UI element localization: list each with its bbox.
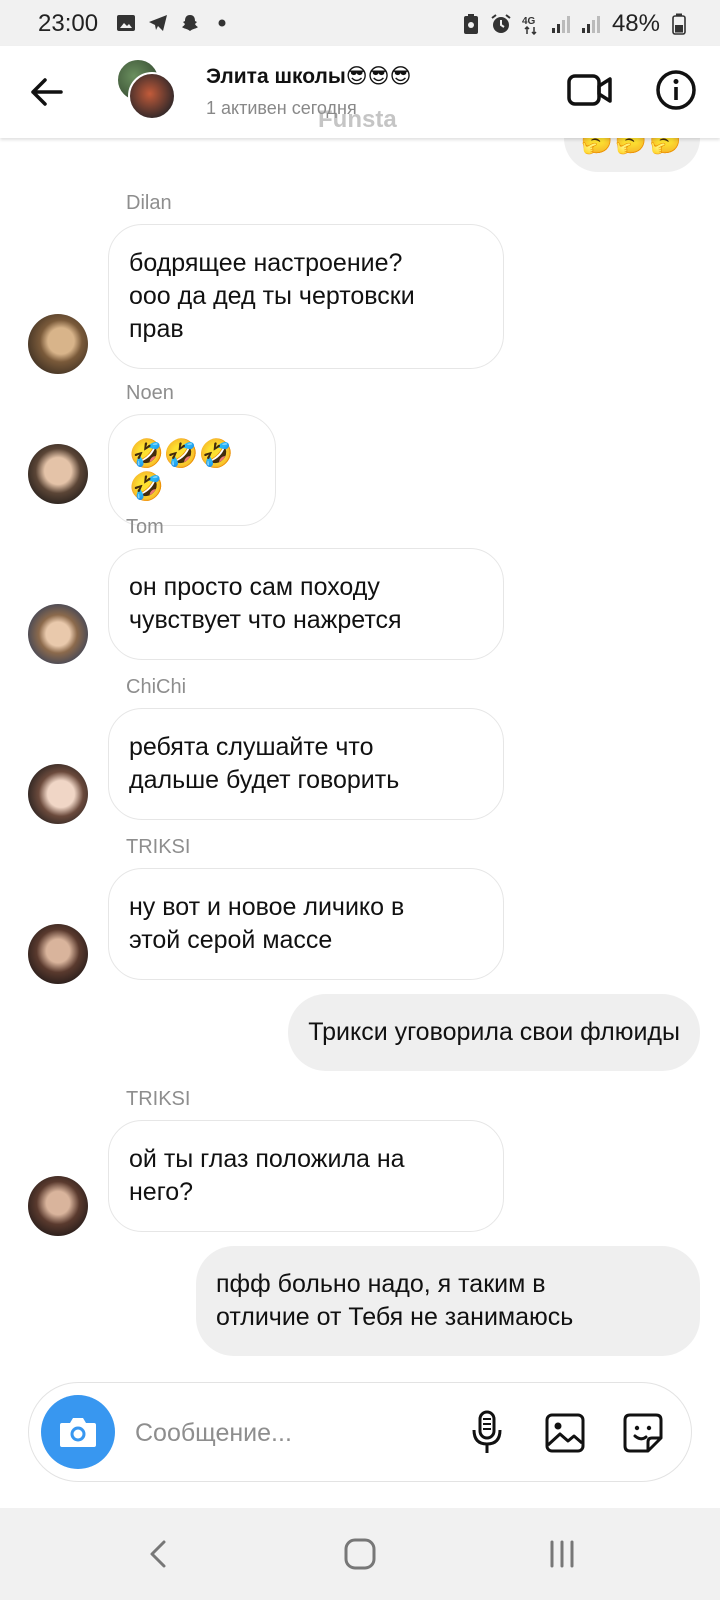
system-navigation-bar bbox=[0, 1508, 720, 1600]
info-icon bbox=[656, 70, 696, 110]
message-line: он просто сам походу bbox=[129, 573, 380, 601]
nav-recents-button[interactable] bbox=[538, 1530, 586, 1578]
message-bubble-outgoing[interactable]: Трикси уговорила свои флюиды bbox=[288, 994, 700, 1071]
message-input[interactable] bbox=[135, 1413, 455, 1453]
nav-back-button[interactable] bbox=[134, 1530, 182, 1578]
avatar[interactable] bbox=[28, 604, 88, 664]
message-line: дальше будет говорить bbox=[129, 766, 400, 794]
alarm-icon bbox=[490, 13, 512, 35]
message-bubble-outgoing[interactable]: пфф больно надо, я таким в отличие от Те… bbox=[196, 1246, 700, 1356]
message-bubble[interactable]: ну вот и новое личико в этой серой массе bbox=[108, 868, 504, 980]
camera-icon bbox=[60, 1418, 96, 1447]
message-line: ребята слушайте что bbox=[129, 733, 374, 761]
battery-saver-icon bbox=[460, 13, 482, 35]
sender-name: Tom bbox=[126, 516, 164, 538]
telegram-icon bbox=[148, 13, 168, 33]
gallery-icon bbox=[545, 1413, 585, 1453]
video-camera-icon bbox=[567, 74, 612, 106]
avatar[interactable] bbox=[28, 314, 88, 374]
image-icon bbox=[116, 13, 136, 33]
message-bubble[interactable]: он просто сам походу чувствует что нажре… bbox=[108, 548, 504, 660]
nav-home-button[interactable] bbox=[336, 1530, 384, 1578]
message-composer bbox=[28, 1382, 692, 1482]
back-nav-icon bbox=[150, 1540, 166, 1568]
svg-text:4G: 4G bbox=[522, 16, 536, 27]
message-bubble[interactable]: 🤣🤣🤣🤣 bbox=[108, 414, 276, 526]
message-line: отличие от Тебя не занимаюсь bbox=[216, 1303, 574, 1331]
message-line: ооо да дед ты чертовски bbox=[129, 282, 415, 310]
recents-nav-icon bbox=[550, 1540, 574, 1568]
back-button[interactable] bbox=[26, 72, 66, 112]
signal-icon bbox=[550, 13, 572, 35]
4g-icon: 4G bbox=[520, 13, 542, 35]
chat-header: Элита школы😎😎😎 1 активен сегодня Funsta bbox=[0, 46, 720, 138]
watermark: Funsta bbox=[318, 106, 397, 133]
gallery-button[interactable] bbox=[541, 1409, 589, 1457]
message-line: 🤣🤣🤣🤣 bbox=[129, 438, 234, 502]
message-line: ой ты глаз положила на bbox=[129, 1145, 405, 1173]
message-bubble-outgoing[interactable]: 🤔🤔🤔 bbox=[564, 138, 700, 172]
home-nav-icon bbox=[344, 1538, 376, 1570]
avatar bbox=[128, 72, 176, 120]
arrow-left-icon bbox=[31, 78, 63, 106]
sticker-button[interactable] bbox=[619, 1409, 667, 1457]
sender-name: TRIKSI bbox=[126, 836, 191, 858]
voice-message-button[interactable] bbox=[465, 1409, 509, 1457]
avatar[interactable] bbox=[28, 924, 88, 984]
info-button[interactable] bbox=[654, 68, 698, 112]
status-time: 23:00 bbox=[38, 10, 99, 37]
message-bubble[interactable]: бодрящее настроение? ооо да дед ты черто… bbox=[108, 224, 504, 369]
dot-icon bbox=[212, 13, 232, 33]
message-line: него? bbox=[129, 1178, 194, 1206]
message-line: этой серой массе bbox=[129, 926, 333, 954]
sticker-icon bbox=[623, 1413, 663, 1453]
message-line: Трикси уговорила свои флюиды bbox=[308, 1018, 680, 1046]
message-line: чувствует что нажрется bbox=[129, 606, 402, 634]
message-bubble[interactable]: ребята слушайте что дальше будет говорит… bbox=[108, 708, 504, 820]
message-line: ну вот и новое личико в bbox=[129, 893, 405, 921]
avatar[interactable] bbox=[28, 444, 88, 504]
message-line: бодрящее настроение? bbox=[129, 249, 403, 277]
signal-icon bbox=[580, 13, 602, 35]
snapchat-icon bbox=[180, 13, 200, 33]
avatar[interactable] bbox=[28, 1176, 88, 1236]
message-line: прав bbox=[129, 315, 184, 343]
camera-button[interactable] bbox=[41, 1395, 115, 1469]
microphone-icon bbox=[472, 1410, 502, 1453]
group-avatar[interactable] bbox=[116, 58, 178, 120]
chat-title[interactable]: Элита школы😎😎😎 bbox=[206, 64, 411, 89]
sender-name: TRIKSI bbox=[126, 1088, 191, 1110]
message-bubble[interactable]: ой ты глаз положила на него? bbox=[108, 1120, 504, 1232]
sender-name: ChiChi bbox=[126, 676, 187, 698]
status-bar: 23:00 4G 48% bbox=[0, 0, 720, 46]
avatar[interactable] bbox=[28, 764, 88, 824]
battery-icon bbox=[668, 13, 690, 35]
message-list[interactable]: 🤔🤔🤔 Dilan бодрящее настроение? ооо да де… bbox=[0, 138, 720, 1360]
battery-percent: 48% bbox=[611, 10, 660, 37]
sender-name: Noen bbox=[126, 382, 174, 404]
sender-name: Dilan bbox=[126, 192, 172, 214]
video-call-button[interactable] bbox=[566, 70, 614, 110]
message-line: пфф больно надо, я таким в bbox=[216, 1270, 546, 1298]
